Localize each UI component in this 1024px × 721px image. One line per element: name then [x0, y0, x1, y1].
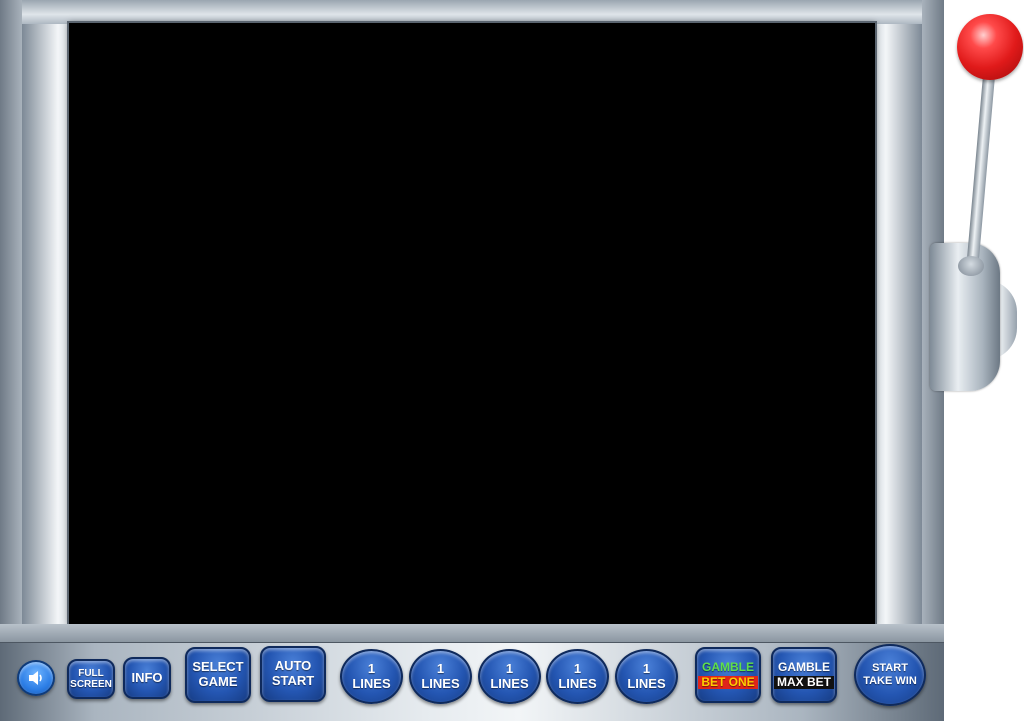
info-button[interactable]: INFO: [123, 657, 171, 699]
lines-button-2[interactable]: 1 LINES: [409, 649, 472, 704]
start-take-win-button[interactable]: START TAKE WIN: [854, 644, 926, 706]
gamble-bet-one-button[interactable]: GAMBLE BET ONE: [695, 647, 761, 703]
full-screen-button[interactable]: FULL SCREEN: [67, 659, 115, 699]
lever-handle-ball[interactable]: [957, 14, 1023, 80]
lines-button-5[interactable]: 1 LINES: [615, 649, 678, 704]
gamble-max-bet-button[interactable]: GAMBLE MAX BET: [771, 647, 837, 703]
lever-pivot: [958, 256, 984, 276]
auto-start-button[interactable]: AUTO START: [260, 646, 326, 702]
lines-button-1[interactable]: 1 LINES: [340, 649, 403, 704]
game-screen[interactable]: [69, 23, 875, 624]
lines-button-4[interactable]: 1 LINES: [546, 649, 609, 704]
cabinet-frame-bottom: [0, 624, 944, 642]
cabinet-frame-top: [22, 0, 922, 24]
lines-button-3[interactable]: 1 LINES: [478, 649, 541, 704]
lever-arm[interactable]: [966, 70, 996, 271]
sound-toggle-button[interactable]: [17, 660, 55, 696]
speaker-icon: [29, 671, 42, 685]
select-game-button[interactable]: SELECT GAME: [185, 647, 251, 703]
